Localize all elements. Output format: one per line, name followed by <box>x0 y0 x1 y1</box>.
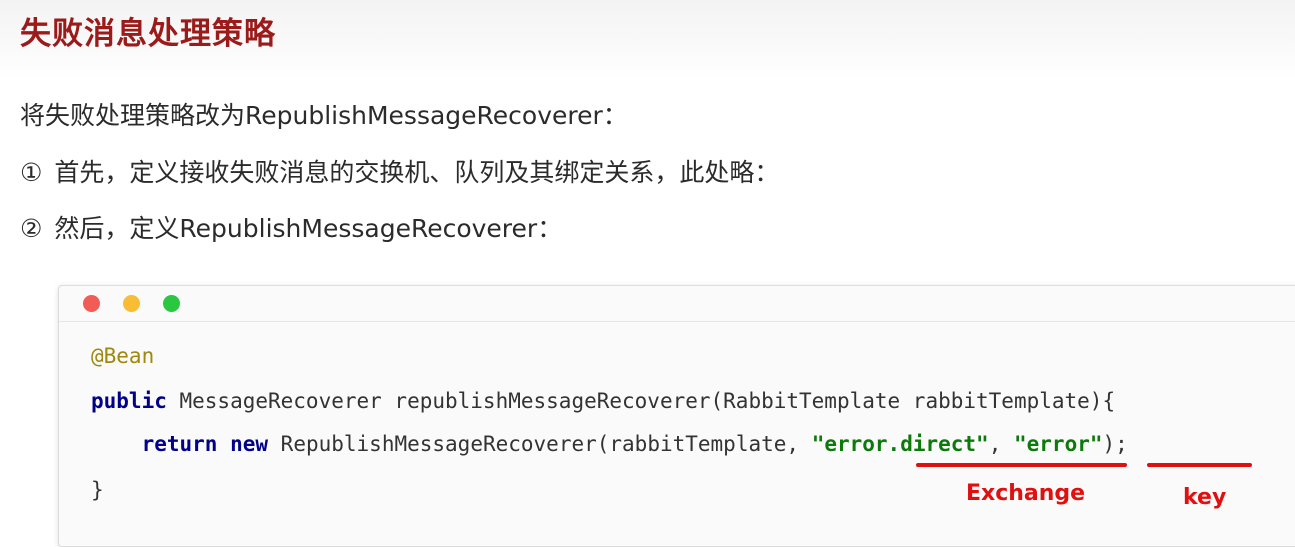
exchange-label: Exchange <box>966 481 1086 506</box>
statement-end: ); <box>1102 432 1128 456</box>
page-title: 失败消息处理策略 <box>20 16 276 52</box>
close-dot-icon <box>83 295 100 312</box>
code-block: @Bean public MessageRecoverer republishM… <box>58 285 1295 547</box>
arg-separator: , <box>988 432 1014 456</box>
step-1: ① 首先，定义接收失败消息的交换机、队列及其绑定关系，此处略： <box>20 153 779 189</box>
code-line-2: public MessageRecoverer republishMessage… <box>91 389 1115 413</box>
keyword-new: new <box>230 432 269 456</box>
method-signature: MessageRecoverer republishMessageRecover… <box>166 389 1116 413</box>
closing-brace: } <box>91 478 104 502</box>
code-line-1: @Bean <box>91 344 154 368</box>
exchange-string: "error.direct" <box>811 432 989 456</box>
exchange-underline <box>916 463 1127 467</box>
key-label: key <box>1183 485 1227 510</box>
keyword-public: public <box>91 389 167 413</box>
step-1-marker: ① <box>20 158 43 187</box>
step-2-marker: ② <box>20 214 43 243</box>
minimize-dot-icon <box>123 295 140 312</box>
code-window-bar <box>59 286 1295 322</box>
maximize-dot-icon <box>163 295 180 312</box>
step-2: ② 然后，定义RepublishMessageRecoverer： <box>20 209 562 245</box>
key-string: "error" <box>1014 432 1103 456</box>
key-underline <box>1147 463 1252 467</box>
bean-annotation: @Bean <box>91 344 155 368</box>
constructor-call: RepublishMessageRecoverer(rabbitTemplate… <box>268 432 812 456</box>
code-line-3: return new RepublishMessageRecoverer(rab… <box>91 432 1128 456</box>
step-1-text: 首先，定义接收失败消息的交换机、队列及其绑定关系，此处略： <box>54 158 780 187</box>
code-line-4: } <box>91 478 104 502</box>
step-2-text: 然后，定义RepublishMessageRecoverer： <box>54 214 563 243</box>
keyword-return: return <box>141 432 218 456</box>
intro-text: 将失败处理策略改为RepublishMessageRecoverer： <box>20 101 628 130</box>
